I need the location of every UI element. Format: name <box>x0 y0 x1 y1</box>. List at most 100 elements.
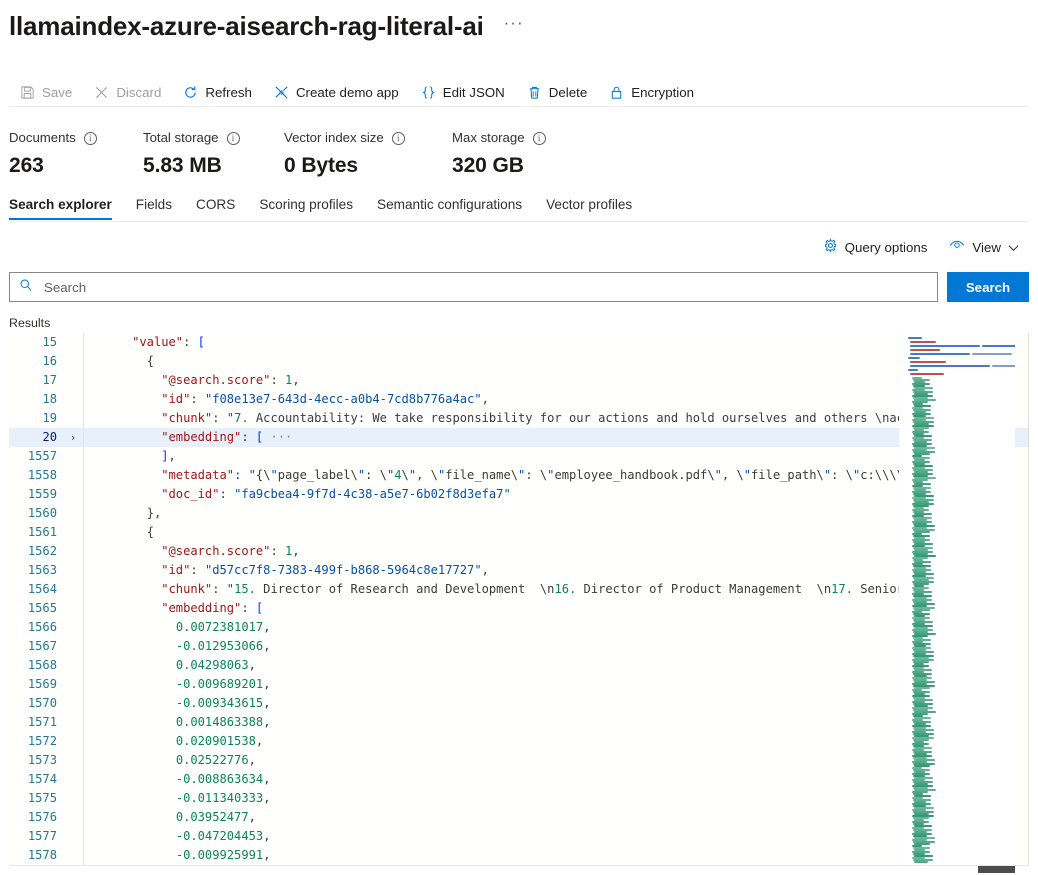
line-number: 1570 <box>27 696 57 710</box>
gutter-divider <box>83 656 103 675</box>
fold-toggle-icon[interactable] <box>65 827 81 846</box>
fold-toggle-icon[interactable] <box>65 751 81 770</box>
editor-line[interactable]: 1575 -0.011340333, <box>9 789 1029 808</box>
page-header: llamaindex-azure-aisearch-rag-literal-ai… <box>0 0 1038 42</box>
results-json-editor[interactable]: 15 "value": [16 {17 "@search.score": 1, 1… <box>9 333 1029 866</box>
editor-vertical-scrollbar[interactable] <box>1015 333 1029 865</box>
editor-line[interactable]: 1567 -0.012953066, <box>9 637 1029 656</box>
editor-scroll-area[interactable]: 15 "value": [16 {17 "@search.score": 1, 1… <box>9 333 1029 865</box>
fold-toggle-icon[interactable] <box>65 694 81 713</box>
fold-toggle-icon[interactable] <box>65 542 81 561</box>
encryption-button[interactable]: Encryption <box>598 76 705 108</box>
fold-toggle-icon[interactable] <box>65 390 81 409</box>
more-options-button[interactable]: ··· <box>498 14 530 38</box>
query-options-button[interactable]: Query options <box>813 232 938 262</box>
fold-toggle-icon[interactable] <box>65 561 81 580</box>
delete-button[interactable]: Delete <box>516 76 598 108</box>
fold-toggle-icon[interactable] <box>65 447 81 466</box>
tab-fields[interactable]: Fields <box>124 197 184 220</box>
fold-toggle-icon[interactable] <box>65 637 81 656</box>
editor-line[interactable]: 1563 "id": "d57cc7f8-7383-499f-b868-5964… <box>9 561 1029 580</box>
view-button[interactable]: View <box>939 232 1029 262</box>
editor-line[interactable]: 1562 "@search.score": 1, <box>9 542 1029 561</box>
fold-toggle-icon[interactable] <box>65 808 81 827</box>
fold-toggle-icon[interactable] <box>65 618 81 637</box>
editor-line[interactable]: 1558 "metadata": "{\"page_label\": \"4\"… <box>9 466 1029 485</box>
info-icon[interactable]: i <box>83 131 97 145</box>
editor-line[interactable]: 1557 ], <box>9 447 1029 466</box>
line-number: 1563 <box>27 563 57 577</box>
editor-horizontal-scrollbar-thumb[interactable] <box>978 866 1015 873</box>
fold-toggle-icon[interactable] <box>65 466 81 485</box>
editor-line[interactable]: 1573 0.02522776, <box>9 751 1029 770</box>
search-button[interactable]: Search <box>947 272 1029 302</box>
stat-documents: Documents i 263 <box>9 130 143 179</box>
editor-line[interactable]: 1561 { <box>9 523 1029 542</box>
editor-minimap[interactable] <box>899 333 1015 865</box>
line-number: 1573 <box>27 753 57 767</box>
fold-toggle-icon[interactable] <box>65 333 81 352</box>
search-box[interactable] <box>9 272 938 302</box>
editor-line[interactable]: 1566 0.0072381017, <box>9 618 1029 637</box>
line-number: 1576 <box>27 810 57 824</box>
editor-line[interactable]: 19 "chunk": "7. Accountability: We take … <box>9 409 1029 428</box>
editor-line[interactable]: 1571 0.0014863388, <box>9 713 1029 732</box>
line-number: 1577 <box>27 829 57 843</box>
editor-horizontal-scrollbar[interactable] <box>9 865 1029 875</box>
editor-line[interactable]: 1569 -0.009689201, <box>9 675 1029 694</box>
edit-json-button[interactable]: Edit JSON <box>410 76 516 108</box>
editor-lines[interactable]: 15 "value": [16 {17 "@search.score": 1, 1… <box>9 333 1029 865</box>
editor-line[interactable]: 1572 0.020901538, <box>9 732 1029 751</box>
fold-toggle-icon[interactable] <box>65 789 81 808</box>
editor-line[interactable]: 17 "@search.score": 1, <box>9 371 1029 390</box>
tab-vector-profiles[interactable]: Vector profiles <box>534 197 644 220</box>
editor-line[interactable]: 18 "id": "f08e13e7-643d-4ecc-a0b4-7cd8b7… <box>9 390 1029 409</box>
editor-line[interactable]: 1565 "embedding": [ <box>9 599 1029 618</box>
fold-toggle-icon[interactable] <box>65 371 81 390</box>
fold-toggle-icon[interactable] <box>65 732 81 751</box>
fold-toggle-icon[interactable]: › <box>65 428 81 447</box>
tab-semantic-configurations[interactable]: Semantic configurations <box>365 197 534 220</box>
fold-toggle-icon[interactable] <box>65 504 81 523</box>
fold-toggle-icon[interactable] <box>65 675 81 694</box>
info-icon[interactable]: i <box>532 131 546 145</box>
minimap-line <box>992 365 1015 367</box>
fold-toggle-icon[interactable] <box>65 599 81 618</box>
editor-right-border <box>1028 333 1029 865</box>
fold-toggle-icon[interactable] <box>65 713 81 732</box>
gutter-divider <box>83 675 103 694</box>
create-demo-app-button[interactable]: Create demo app <box>263 76 410 108</box>
editor-line[interactable]: 1574 -0.008863634, <box>9 770 1029 789</box>
editor-line[interactable]: 1578 -0.009925991, <box>9 846 1029 865</box>
refresh-button[interactable]: Refresh <box>172 76 263 108</box>
editor-line[interactable]: 16 { <box>9 352 1029 371</box>
fold-toggle-icon[interactable] <box>65 656 81 675</box>
tab-scoring-profiles[interactable]: Scoring profiles <box>247 197 365 220</box>
editor-line[interactable]: 1560 }, <box>9 504 1029 523</box>
editor-line[interactable]: 1568 0.04298063, <box>9 656 1029 675</box>
info-icon[interactable]: i <box>226 131 240 145</box>
editor-line[interactable]: 1576 0.03952477, <box>9 808 1029 827</box>
tab-cors[interactable]: CORS <box>184 197 247 220</box>
fold-toggle-icon[interactable] <box>65 580 81 599</box>
line-code: "value": [ <box>132 335 205 349</box>
fold-toggle-icon[interactable] <box>65 409 81 428</box>
stat-label: Total storage <box>143 130 219 145</box>
gutter-divider <box>83 694 103 713</box>
discard-button[interactable]: Discard <box>83 76 172 108</box>
fold-toggle-icon[interactable] <box>65 770 81 789</box>
editor-line[interactable]: 1577 -0.047204453, <box>9 827 1029 846</box>
editor-line[interactable]: 1564 "chunk": "15. Director of Research … <box>9 580 1029 599</box>
tab-search-explorer[interactable]: Search explorer <box>9 197 124 220</box>
editor-line[interactable]: 20 › "embedding": [ ··· <box>9 428 1029 447</box>
editor-line[interactable]: 1570 -0.009343615, <box>9 694 1029 713</box>
fold-toggle-icon[interactable] <box>65 352 81 371</box>
editor-line[interactable]: 1559 "doc_id": "fa9cbea4-9f7d-4c38-a5e7-… <box>9 485 1029 504</box>
search-input[interactable] <box>42 278 928 296</box>
info-icon[interactable]: i <box>391 131 405 145</box>
fold-toggle-icon[interactable] <box>65 846 81 865</box>
fold-toggle-icon[interactable] <box>65 523 81 542</box>
fold-toggle-icon[interactable] <box>65 485 81 504</box>
editor-line[interactable]: 15 "value": [ <box>9 333 1029 352</box>
save-button[interactable]: Save <box>9 76 83 108</box>
